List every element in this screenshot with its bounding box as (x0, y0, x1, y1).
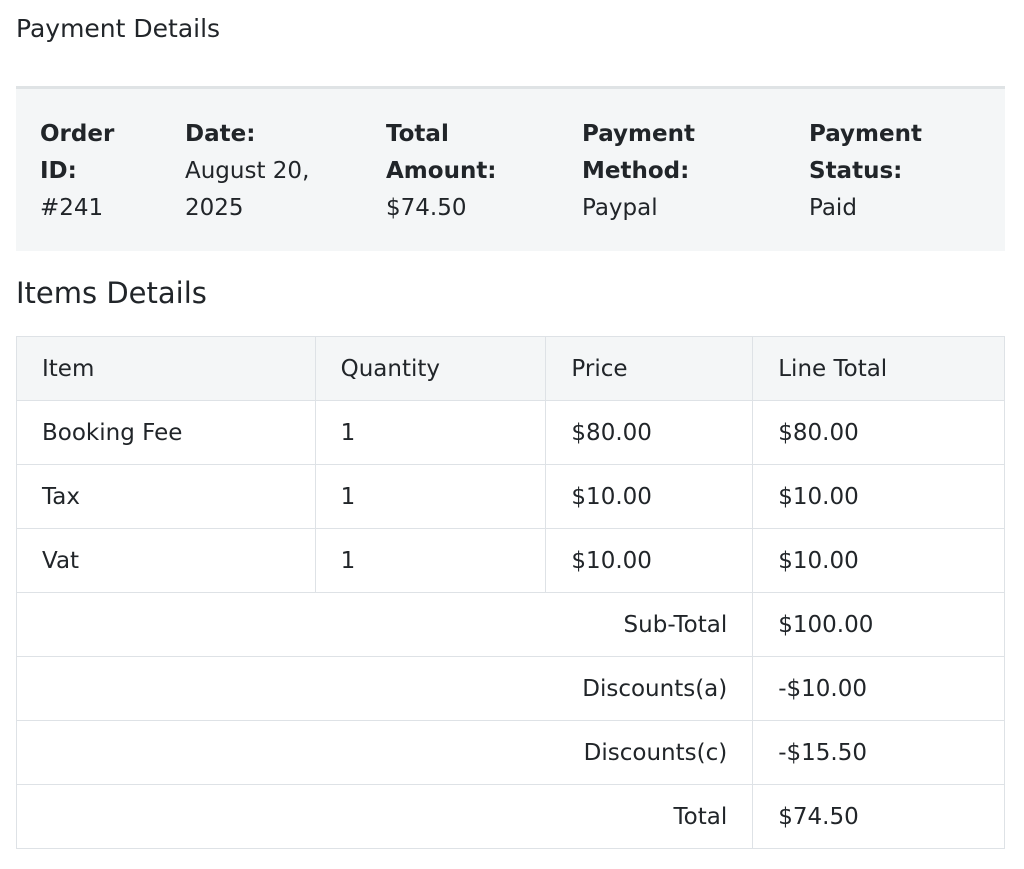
item-quantity: 1 (314, 464, 547, 529)
item-name: Booking Fee (16, 400, 316, 465)
total-amount-block: Total Amount: $74.50 (386, 116, 526, 227)
column-header-quantity: Quantity (314, 336, 547, 401)
subtotal-row: Sub-Total $100.00 (15, 592, 1005, 657)
column-header-item: Item (16, 336, 316, 401)
date-block: Date: August 20, 2025 (185, 116, 335, 227)
page-title: Payment Details (16, 14, 221, 43)
payment-status-label: Payment Status: (809, 121, 922, 184)
payment-method-block: Payment Method: Paypal (582, 116, 732, 227)
item-quantity: 1 (314, 400, 547, 465)
table-header-row: Item Quantity Price Line Total (16, 336, 1005, 401)
order-id-label: Order ID: (40, 121, 115, 184)
payment-status-block: Payment Status: Paid (809, 116, 959, 227)
discount-c-row: Discounts(c) -$15.50 (15, 720, 1005, 785)
item-price: $10.00 (545, 528, 754, 593)
item-line-total: $80.00 (752, 400, 1005, 465)
payment-method-label: Payment Method: (582, 121, 695, 184)
order-summary: Order ID: #241 Date: August 20, 2025 Tot… (16, 86, 1005, 251)
table-row: Vat 1 $10.00 $10.00 (16, 528, 1005, 593)
total-amount-value: $74.50 (386, 195, 467, 221)
total-value: $74.50 (752, 784, 1005, 849)
column-header-price: Price (545, 336, 754, 401)
item-price: $10.00 (545, 464, 754, 529)
table-row: Booking Fee 1 $80.00 $80.00 (16, 400, 1005, 465)
item-name: Tax (16, 464, 316, 529)
subtotal-value: $100.00 (752, 592, 1005, 657)
payment-status-value: Paid (809, 195, 857, 221)
items-table: Item Quantity Price Line Total Booking F… (15, 336, 1005, 849)
total-row: Total $74.50 (15, 784, 1005, 849)
discount-a-row: Discounts(a) -$10.00 (15, 656, 1005, 721)
discount-a-label: Discounts(a) (15, 656, 754, 721)
total-amount-label: Total Amount: (386, 121, 497, 184)
items-details-title: Items Details (16, 276, 207, 310)
table-row: Tax 1 $10.00 $10.00 (16, 464, 1005, 529)
item-name: Vat (16, 528, 316, 593)
column-header-line-total: Line Total (752, 336, 1005, 401)
total-label: Total (15, 784, 754, 849)
payment-method-value: Paypal (582, 195, 658, 221)
item-price: $80.00 (545, 400, 754, 465)
order-id-value: #241 (40, 195, 104, 221)
subtotal-label: Sub-Total (15, 592, 754, 657)
discount-c-value: -$15.50 (752, 720, 1005, 785)
item-line-total: $10.00 (752, 528, 1005, 593)
date-value: August 20, 2025 (185, 158, 310, 221)
date-label: Date: (185, 121, 256, 147)
order-id-block: Order ID: #241 (40, 116, 150, 227)
item-line-total: $10.00 (752, 464, 1005, 529)
item-quantity: 1 (314, 528, 547, 593)
discount-c-label: Discounts(c) (15, 720, 754, 785)
discount-a-value: -$10.00 (752, 656, 1005, 721)
